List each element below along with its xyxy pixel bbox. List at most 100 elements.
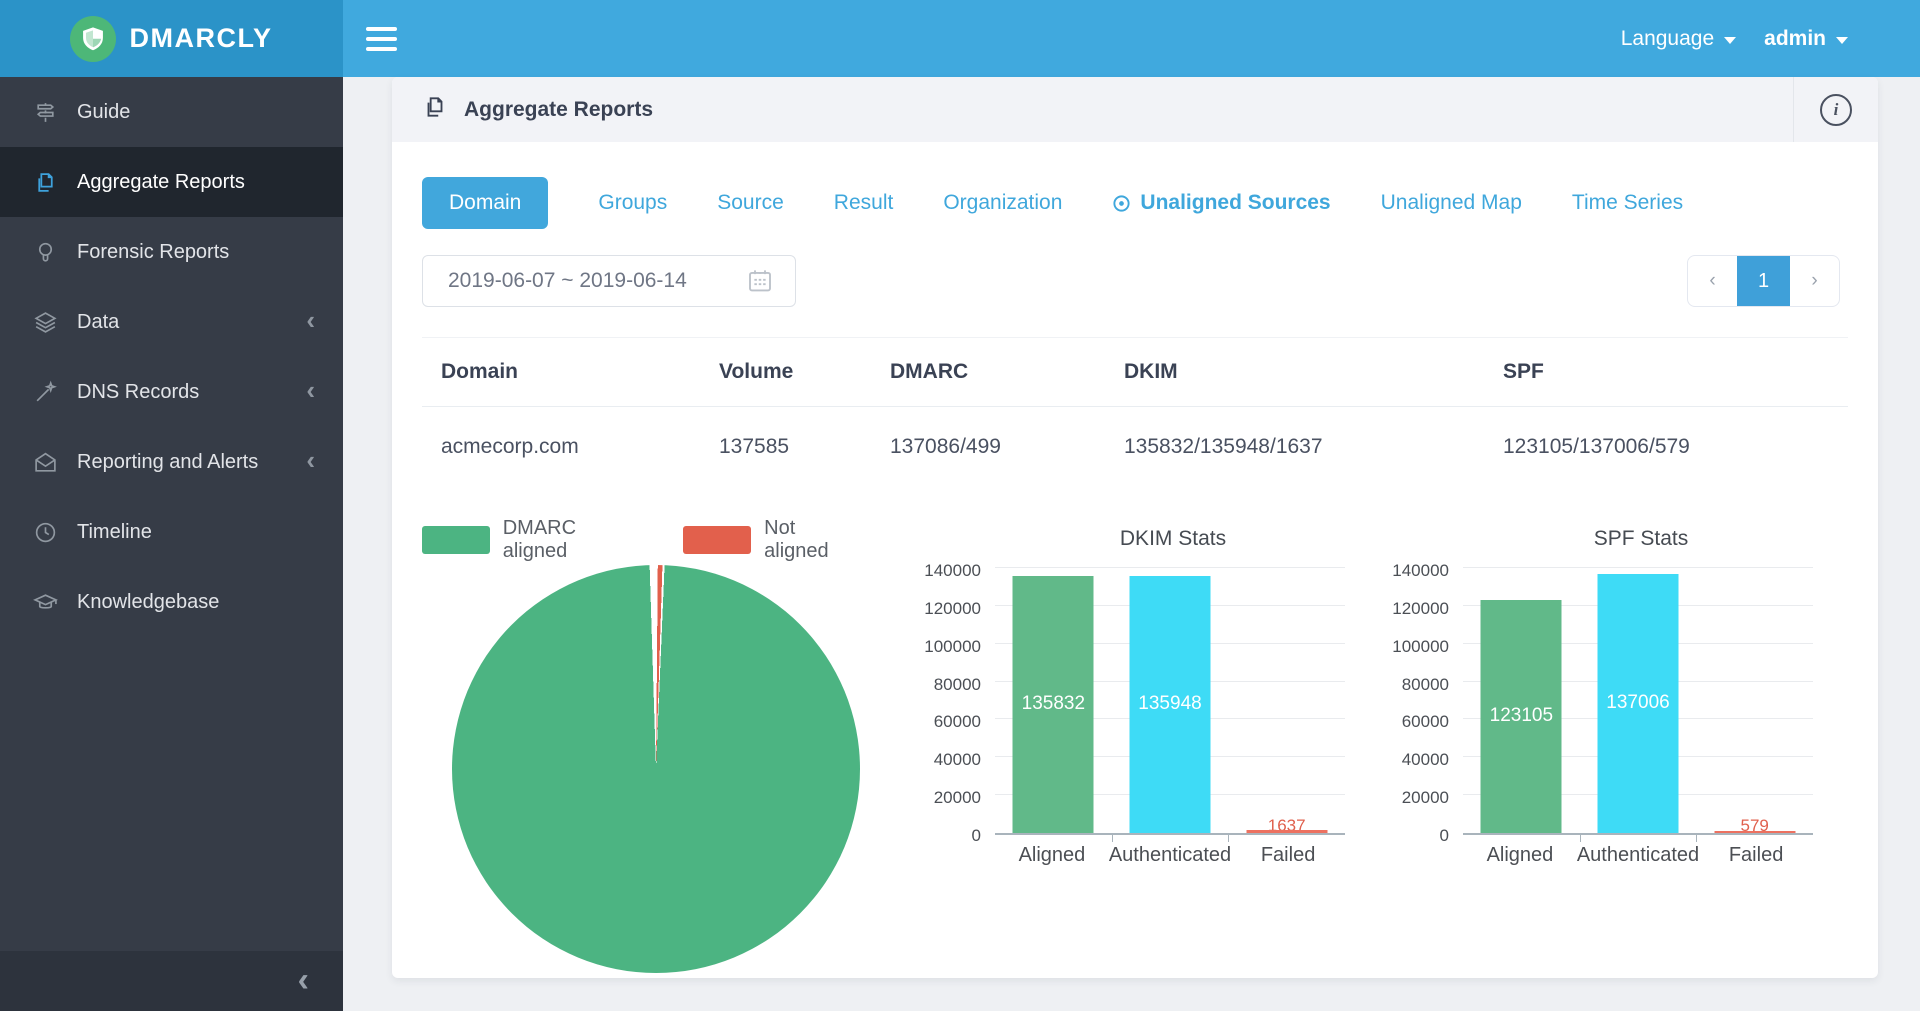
chevron-down-icon bbox=[1724, 37, 1736, 44]
sidebar-nav: Guide Aggregate Reports Forensic Reports… bbox=[0, 77, 343, 1011]
bar-value-label: 137006 bbox=[1606, 692, 1669, 714]
username-label: admin bbox=[1764, 27, 1826, 51]
col-header-dmarc: DMARC bbox=[890, 360, 1124, 384]
table-row: acmecorp.com 137585 137086/499 135832/13… bbox=[422, 407, 1848, 487]
language-label: Language bbox=[1621, 27, 1714, 51]
x-axis-labels: AlignedAuthenticatedFailed bbox=[1463, 844, 1813, 867]
tab-time-series[interactable]: Time Series bbox=[1572, 191, 1683, 215]
tab-unaligned-map[interactable]: Unaligned Map bbox=[1381, 191, 1522, 215]
sidebar-item-data[interactable]: Data ‹ bbox=[0, 287, 343, 357]
tab-source[interactable]: Source bbox=[717, 191, 784, 215]
pagination-prev-button[interactable]: ‹ bbox=[1688, 256, 1737, 306]
sidebar-item-aggregate-reports[interactable]: Aggregate Reports bbox=[0, 147, 343, 217]
tab-domain[interactable]: Domain bbox=[422, 177, 548, 229]
y-axis-tick: 40000 bbox=[1402, 750, 1449, 770]
spf-stats-chart: SPF Stats 020000400006000080000100000120… bbox=[1373, 515, 1819, 867]
y-axis-tick: 80000 bbox=[1402, 675, 1449, 695]
graduation-cap-icon bbox=[32, 589, 58, 615]
col-header-dkim: DKIM bbox=[1124, 360, 1503, 384]
sidebar-collapse-button[interactable]: ‹ bbox=[0, 951, 343, 1011]
bar-value-label: 1637 bbox=[1228, 816, 1345, 836]
sidebar-item-label: Forensic Reports bbox=[77, 241, 229, 264]
x-axis-tick: Authenticated bbox=[1577, 844, 1699, 867]
brand-name: DMARCLY bbox=[129, 23, 272, 54]
sidebar-item-label: DNS Records bbox=[77, 381, 199, 404]
bar-authenticated: 135948 bbox=[1130, 576, 1211, 833]
date-range-picker[interactable]: 2019-06-07 ~ 2019-06-14 bbox=[422, 255, 796, 307]
y-axis-tick: 100000 bbox=[924, 637, 981, 657]
lightbulb-icon bbox=[32, 239, 58, 265]
bar-value-label: 579 bbox=[1696, 816, 1813, 836]
sidebar-item-label: Guide bbox=[77, 101, 130, 124]
tab-groups[interactable]: Groups bbox=[598, 191, 667, 215]
bar-value-label: 135832 bbox=[1022, 693, 1085, 715]
y-axis-tick: 140000 bbox=[1392, 561, 1449, 581]
y-axis-tick: 100000 bbox=[1392, 637, 1449, 657]
bar-authenticated: 137006 bbox=[1598, 574, 1679, 833]
y-axis-tick: 140000 bbox=[924, 561, 981, 581]
pagination-page-1[interactable]: 1 bbox=[1737, 256, 1790, 306]
card-header: Aggregate Reports i bbox=[392, 77, 1878, 142]
sidebar-item-forensic-reports[interactable]: Forensic Reports bbox=[0, 217, 343, 287]
dmarcly-app: DMARCLY Language admin Guide Aggreg bbox=[0, 0, 1920, 1011]
axis-tick-mark bbox=[1696, 833, 1697, 842]
y-axis-tick: 120000 bbox=[1392, 599, 1449, 619]
sidebar-item-reporting-and-alerts[interactable]: Reporting and Alerts ‹ bbox=[0, 427, 343, 497]
brand-logo-area[interactable]: DMARCLY bbox=[0, 0, 343, 77]
copy-pages-icon bbox=[32, 169, 58, 195]
cell-dmarc: 137086/499 bbox=[890, 435, 1124, 459]
dmarc-alignment-pie-chart bbox=[452, 565, 860, 973]
user-dropdown[interactable]: admin bbox=[1764, 27, 1848, 51]
chevron-left-icon: ‹ bbox=[306, 447, 315, 473]
charts-row: DMARC aligned Not aligned DKIM Stats 020… bbox=[422, 515, 1848, 978]
hamburger-menu-icon[interactable] bbox=[366, 27, 397, 51]
bar-aligned: 135832 bbox=[1013, 576, 1094, 833]
x-axis-tick: Aligned bbox=[995, 844, 1109, 867]
sidebar-item-label: Knowledgebase bbox=[77, 591, 219, 614]
dkim-stats-chart: DKIM Stats 02000040000600008000010000012… bbox=[905, 515, 1351, 867]
target-icon bbox=[1112, 194, 1131, 213]
language-dropdown[interactable]: Language bbox=[1621, 27, 1736, 51]
y-axis-labels: 020000400006000080000100000120000140000 bbox=[1373, 570, 1463, 835]
sidebar-item-label: Aggregate Reports bbox=[77, 171, 245, 194]
col-header-domain: Domain bbox=[441, 360, 719, 384]
plot-area: 123105137006579 bbox=[1463, 570, 1813, 835]
sidebar-item-guide[interactable]: Guide bbox=[0, 77, 343, 147]
pagination-next-button[interactable]: › bbox=[1790, 256, 1839, 306]
chevron-left-icon: ‹ bbox=[306, 377, 315, 403]
tab-unaligned-sources[interactable]: Unaligned Sources bbox=[1112, 191, 1330, 215]
mail-icon bbox=[32, 449, 58, 475]
tab-organization[interactable]: Organization bbox=[943, 191, 1062, 215]
top-header-bar: DMARCLY Language admin bbox=[0, 0, 1920, 77]
cell-volume: 137585 bbox=[719, 435, 890, 459]
y-axis-tick: 40000 bbox=[934, 750, 981, 770]
aggregate-reports-card: Aggregate Reports i Domain Groups Source… bbox=[392, 77, 1878, 978]
legend-item-dmarc-aligned: DMARC aligned bbox=[422, 517, 641, 563]
main-content: Aggregate Reports i Domain Groups Source… bbox=[343, 77, 1920, 1011]
magic-wand-icon bbox=[32, 379, 58, 405]
legend-item-not-aligned: Not aligned bbox=[683, 517, 862, 563]
sidebar-item-dns-records[interactable]: DNS Records ‹ bbox=[0, 357, 343, 427]
x-axis-tick: Authenticated bbox=[1109, 844, 1231, 867]
sidebar-item-label: Timeline bbox=[77, 521, 152, 544]
y-axis-tick: 80000 bbox=[934, 675, 981, 695]
table-header-row: Domain Volume DMARC DKIM SPF bbox=[422, 337, 1848, 407]
controls-row: 2019-06-07 ~ 2019-06-14 ‹ 1 › bbox=[422, 255, 1848, 307]
chevron-left-icon: ‹ bbox=[298, 967, 309, 994]
info-icon[interactable]: i bbox=[1820, 94, 1852, 126]
reports-table: Domain Volume DMARC DKIM SPF acmecorp.co… bbox=[422, 337, 1848, 487]
signpost-icon bbox=[32, 99, 58, 125]
pie-legend: DMARC aligned Not aligned bbox=[422, 517, 862, 563]
x-axis-labels: AlignedAuthenticatedFailed bbox=[995, 844, 1345, 867]
y-axis-tick: 120000 bbox=[924, 599, 981, 619]
y-axis-tick: 20000 bbox=[934, 788, 981, 808]
y-axis-tick: 0 bbox=[972, 826, 981, 846]
layers-icon bbox=[32, 309, 58, 335]
sidebar-item-knowledgebase[interactable]: Knowledgebase bbox=[0, 567, 343, 637]
tab-result[interactable]: Result bbox=[834, 191, 894, 215]
gridline bbox=[995, 567, 1345, 568]
gridline bbox=[1463, 567, 1813, 568]
legend-swatch-green bbox=[422, 526, 490, 554]
sidebar-item-label: Reporting and Alerts bbox=[77, 451, 258, 474]
sidebar-item-timeline[interactable]: Timeline bbox=[0, 497, 343, 567]
